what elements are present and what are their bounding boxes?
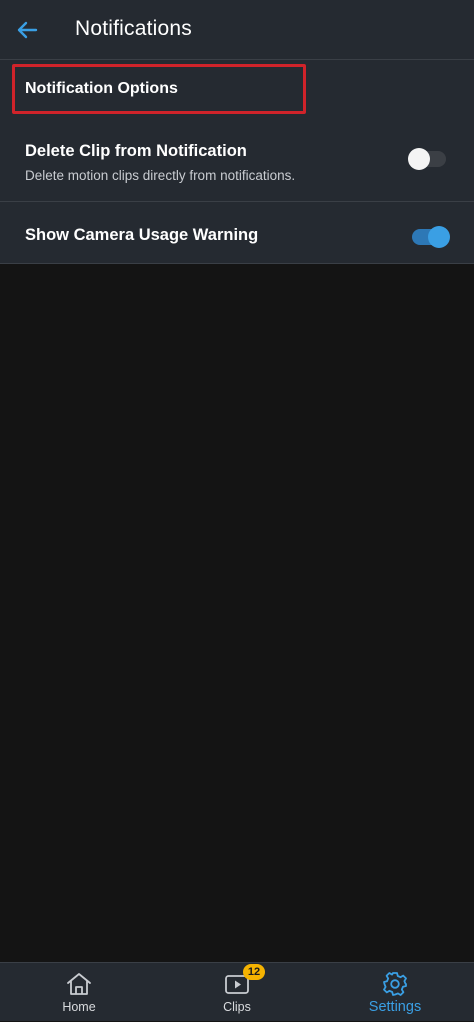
bottom-nav: Home 12 Clips Settings: [0, 962, 474, 1021]
toggle-knob: [428, 226, 450, 248]
section-header-highlight: Notification Options: [12, 64, 306, 114]
nav-label-clips: Clips: [223, 1000, 251, 1014]
delete-clip-toggle[interactable]: [408, 148, 446, 170]
camera-usage-warning-toggle[interactable]: [412, 226, 450, 248]
setting-title: Show Camera Usage Warning: [25, 226, 259, 244]
nav-label-home: Home: [62, 1000, 96, 1014]
section-header-notification-options: Notification Options: [25, 80, 178, 97]
gear-icon: [383, 972, 407, 996]
nav-item-home[interactable]: Home: [0, 963, 158, 1022]
setting-title: Delete Clip from Notification: [25, 142, 247, 160]
arrow-left-icon: [17, 21, 38, 39]
settings-panel: Notification Options Delete Clip from No…: [0, 60, 474, 264]
nav-label-settings: Settings: [368, 999, 422, 1015]
page-title: Notifications: [75, 17, 192, 40]
nav-item-clips[interactable]: 12 Clips: [158, 963, 316, 1022]
nav-item-settings[interactable]: Settings: [316, 963, 474, 1022]
app-bar: Notifications: [0, 0, 474, 60]
home-icon: [67, 973, 91, 995]
setting-row-camera-usage-warning[interactable]: Show Camera Usage Warning: [0, 203, 474, 263]
back-button[interactable]: [12, 15, 42, 45]
setting-subtitle: Delete motion clips directly from notifi…: [25, 168, 296, 183]
setting-row-delete-clip[interactable]: Delete Clip from Notification Delete mot…: [0, 118, 474, 202]
toggle-knob: [408, 148, 430, 170]
clips-badge: 12: [243, 964, 265, 980]
